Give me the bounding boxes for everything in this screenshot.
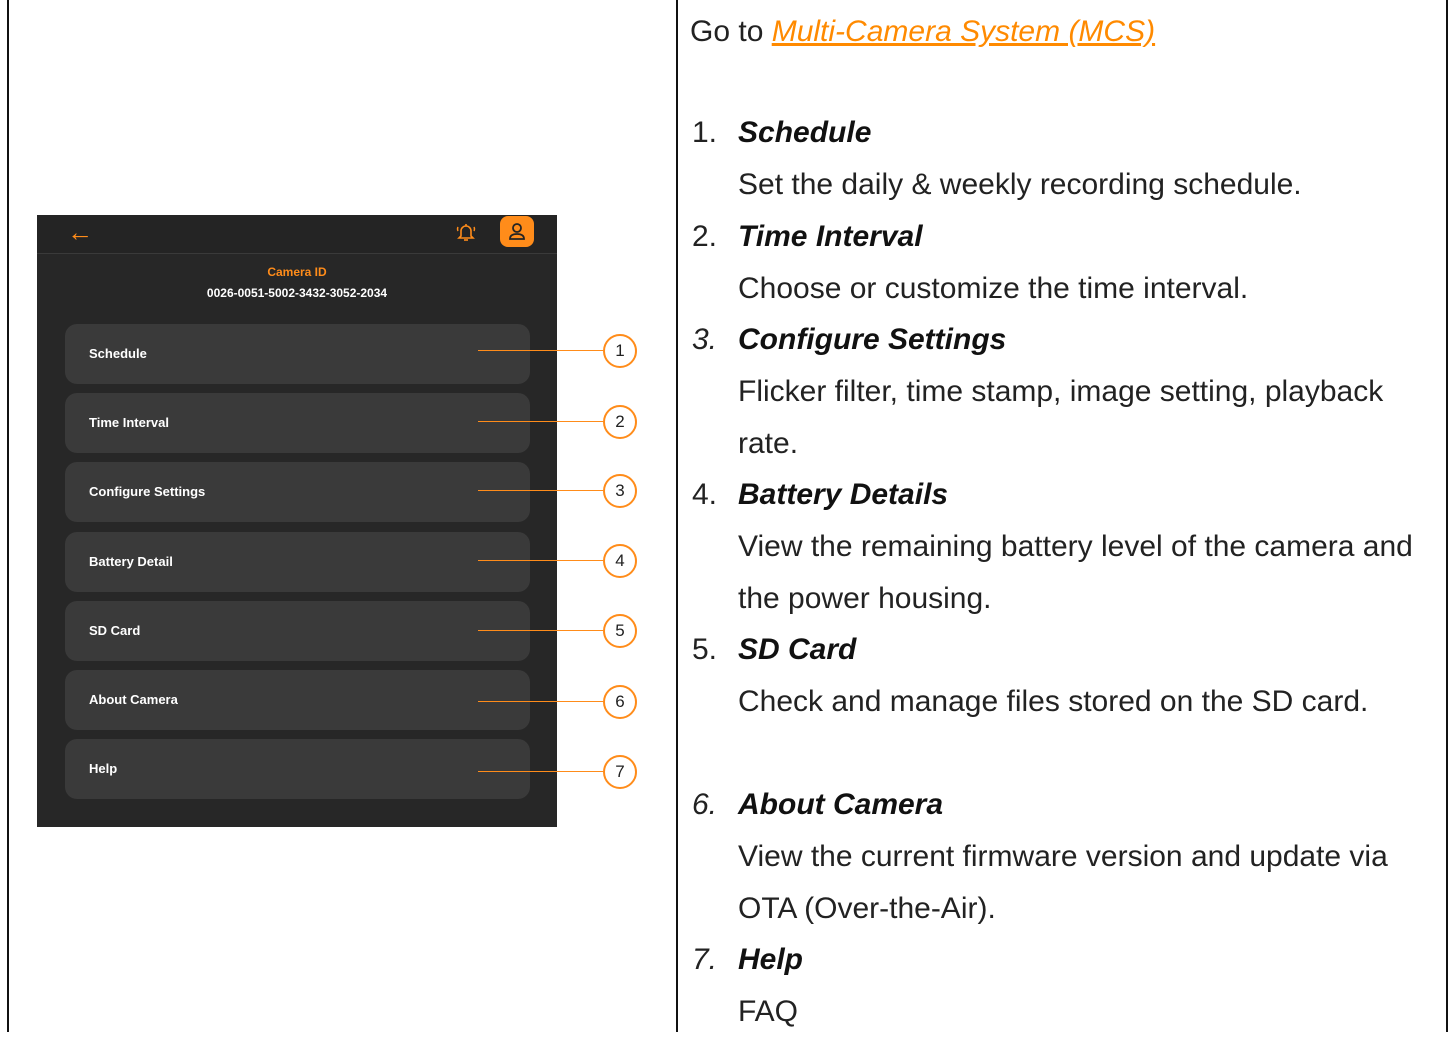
item-description: Flicker filter, time stamp, image settin… [738, 375, 1384, 460]
item-description: View the current firmware version and up… [738, 840, 1388, 925]
app-header: ← [37, 215, 557, 254]
menu-item-battery-detail[interactable]: Battery Detail [65, 532, 530, 592]
item-title: SD Card [738, 633, 857, 666]
camera-id-value: 0026-0051-5002-3432-3052-2034 [206, 286, 388, 300]
callout-line [478, 350, 604, 351]
menu-item-label: Schedule [89, 346, 147, 361]
arrow-left-icon[interactable]: ← [67, 217, 93, 247]
callout-number: 5 [603, 614, 637, 648]
item-title: Battery Details [738, 478, 949, 511]
menu-item-label: SD Card [89, 623, 141, 638]
app-screenshot: ← Camera ID 0026-0051-5002-3432-3052-203… [37, 215, 557, 827]
menu-item-label: Help [89, 761, 118, 776]
menu-item-configure-settings[interactable]: Configure Settings [65, 462, 530, 522]
menu-item-sd-card[interactable]: SD Card [65, 601, 530, 661]
item-description: FAQ [738, 995, 799, 1028]
item-title: Help [738, 943, 804, 976]
profile-button[interactable] [500, 216, 534, 247]
menu-item-about-camera[interactable]: About Camera [65, 670, 530, 730]
callout-line [478, 771, 604, 772]
callout-line [478, 701, 604, 702]
item-number: 3. [692, 323, 718, 356]
menu-item-label: About Camera [89, 692, 178, 707]
item-description: Check and manage files stored on the SD … [738, 685, 1369, 718]
bell-ring-icon[interactable] [455, 221, 477, 243]
callout-line [478, 421, 604, 422]
callout-line [478, 630, 604, 631]
callout-number: 3 [603, 474, 637, 508]
item-description: View the remaining battery level of the … [738, 530, 1413, 615]
callout-number: 1 [603, 334, 637, 368]
menu-item-help[interactable]: Help [65, 739, 530, 799]
item-number: 6. [692, 788, 718, 821]
menu-item-label: Configure Settings [89, 484, 206, 499]
callout-line [478, 490, 604, 491]
item-description: Set the daily & weekly recording schedul… [738, 168, 1302, 201]
menu-item-schedule[interactable]: Schedule [65, 324, 530, 384]
callout-number: 6 [603, 685, 637, 719]
item-title: Configure Settings [738, 323, 1007, 356]
goto-prefix: Go to [690, 15, 772, 48]
item-number: 1. [692, 116, 718, 149]
item-title: About Camera [738, 788, 944, 821]
mcs-link[interactable]: Multi-Camera System (MCS) [772, 15, 1155, 48]
user-icon [509, 223, 525, 240]
callout-number: 7 [603, 755, 637, 789]
item-description: Choose or customize the time interval. [738, 272, 1249, 305]
callout-number: 4 [603, 544, 637, 578]
item-number: 2. [692, 220, 718, 253]
item-number: 4. [692, 478, 718, 511]
item-number: 5. [692, 633, 718, 666]
menu-item-label: Battery Detail [89, 554, 173, 569]
goto-line: Go to Multi-Camera System (MCS) [690, 12, 1155, 52]
camera-id-label: Camera ID [267, 265, 327, 279]
item-number: 7. [692, 943, 718, 976]
menu-item-time-interval[interactable]: Time Interval [65, 393, 530, 453]
callout-line [478, 560, 604, 561]
column-divider [676, 0, 678, 1032]
callout-number: 2 [603, 405, 637, 439]
item-title: Schedule [738, 116, 872, 149]
menu-item-label: Time Interval [89, 415, 169, 430]
item-title: Time Interval [738, 220, 923, 253]
